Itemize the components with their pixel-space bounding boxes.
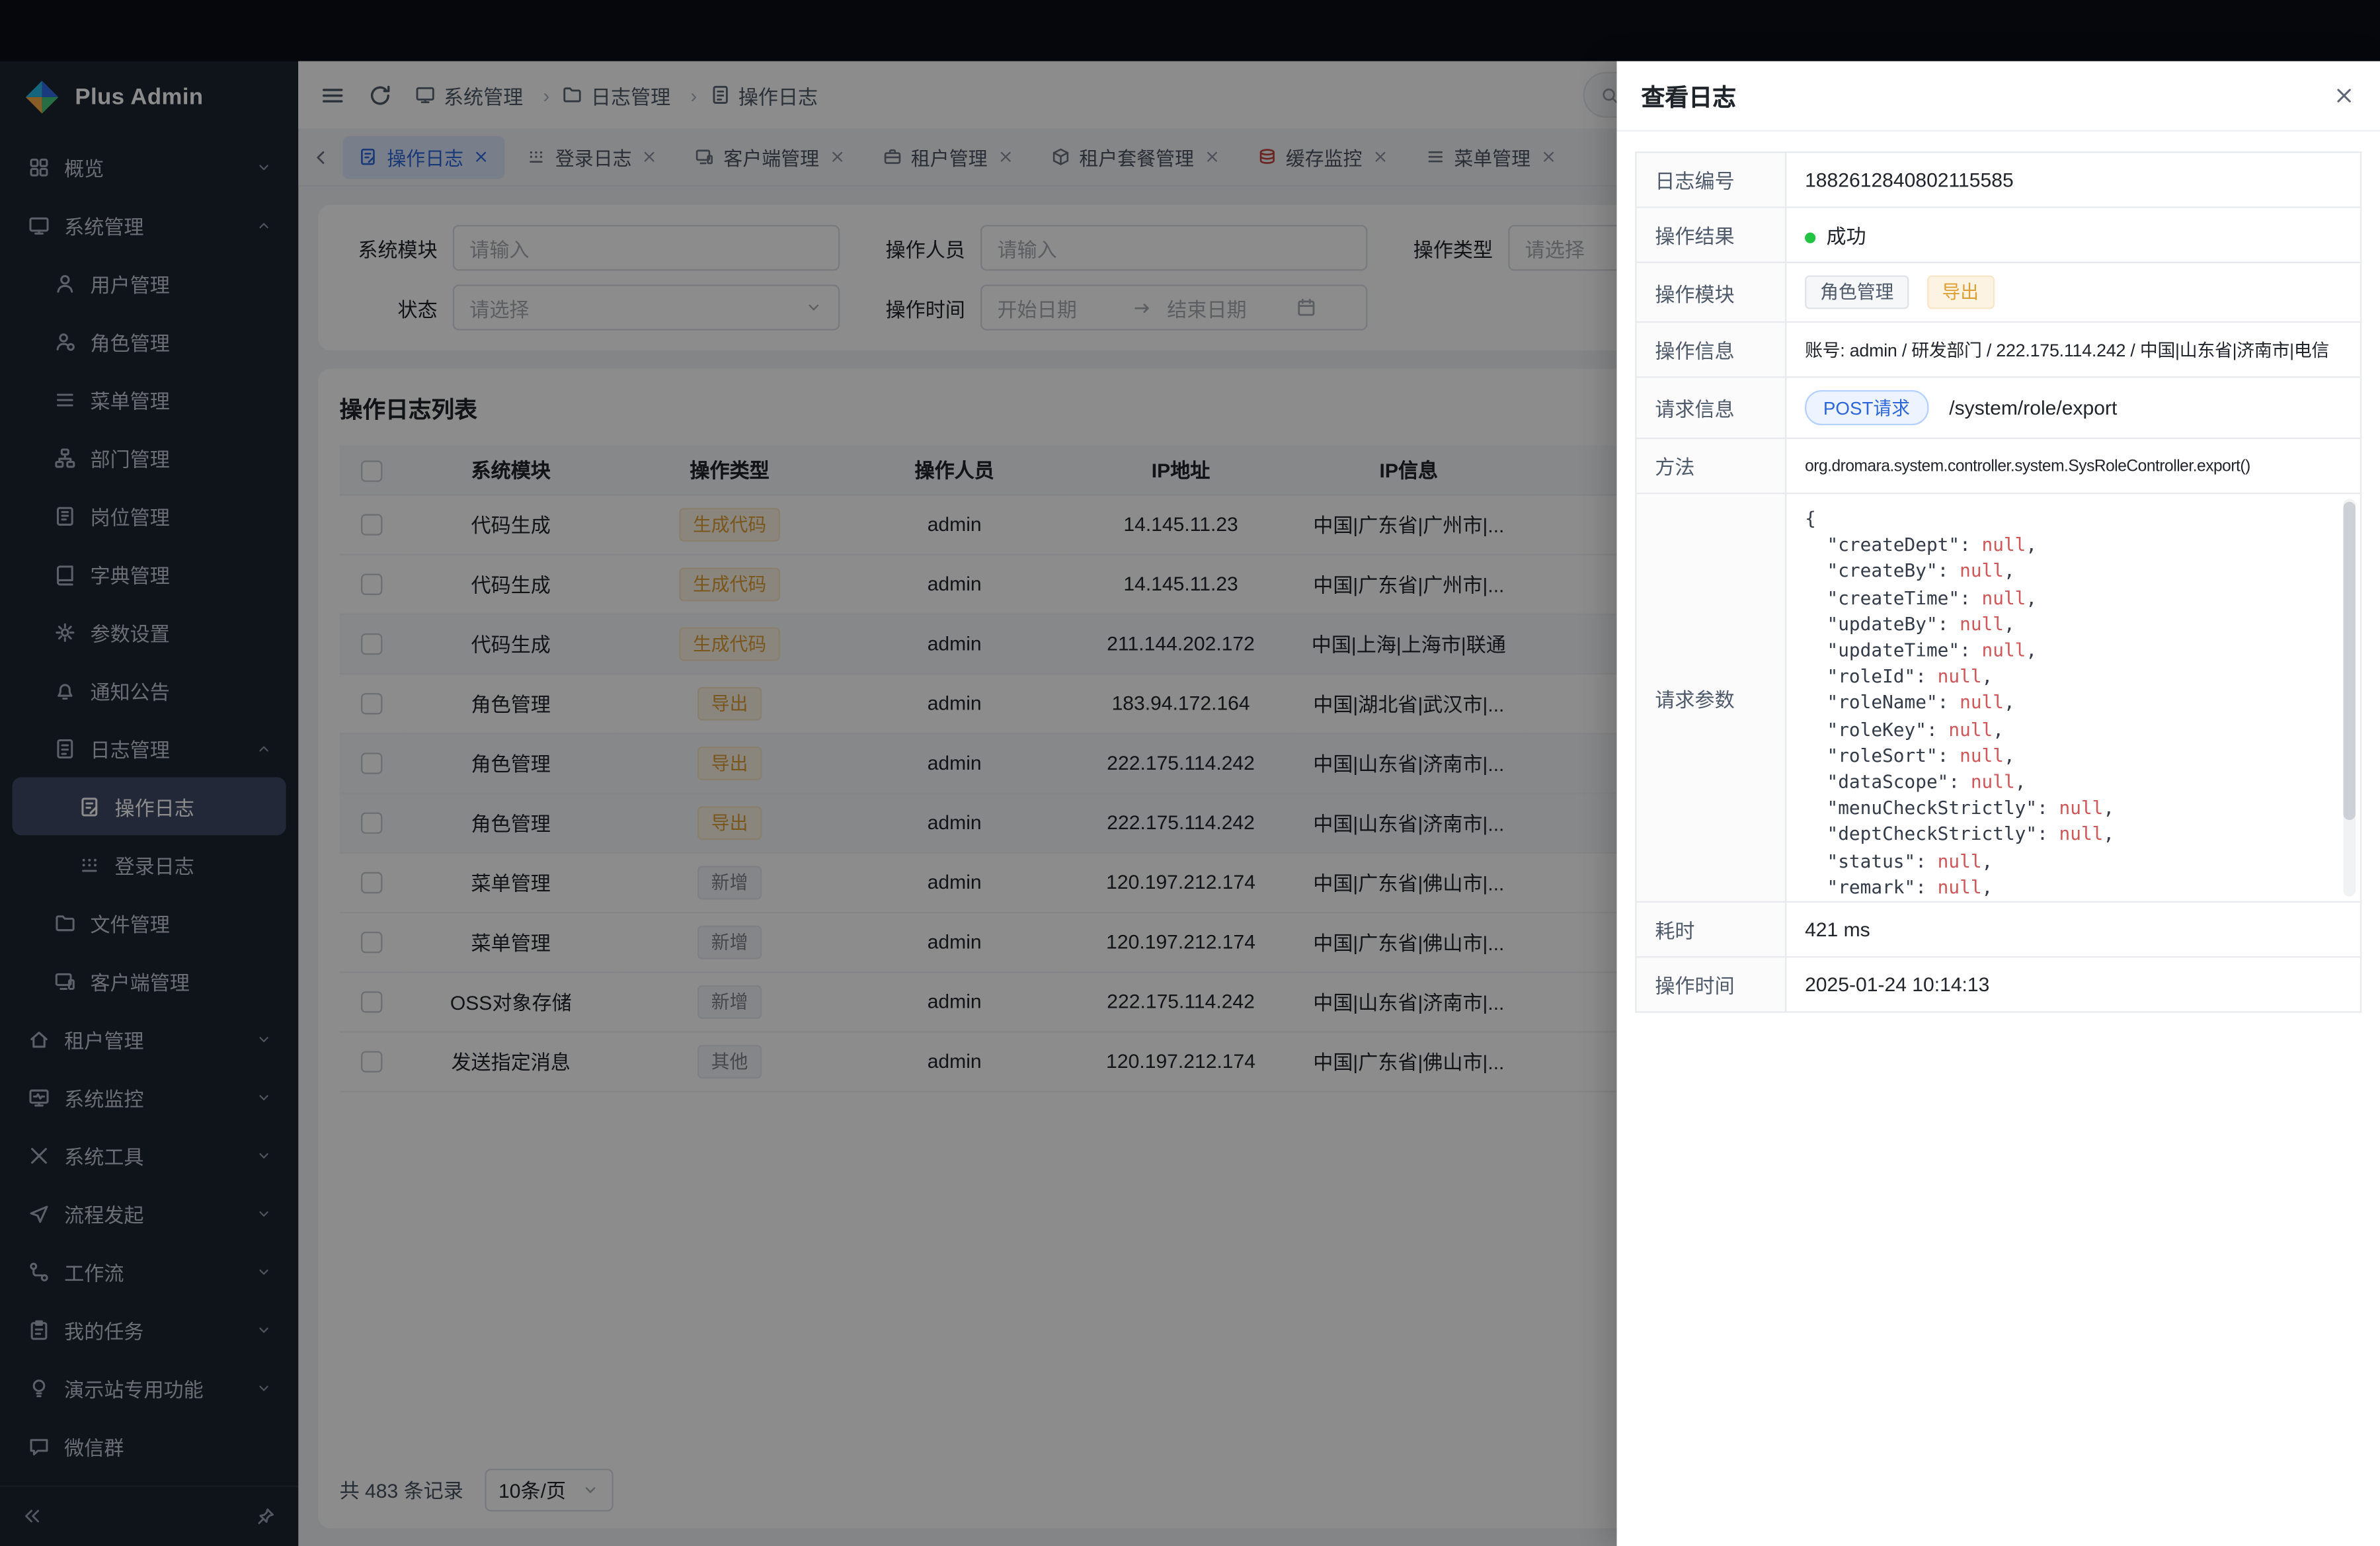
code-line: "dataScope": null, — [1805, 770, 2326, 796]
detail-row-module: 操作模块 角色管理 导出 — [1636, 263, 2361, 322]
method-value: org.dromara.system.controller.system.Sys… — [1786, 438, 2361, 493]
module-tag: 角色管理 — [1805, 275, 1909, 309]
code-line: "deptCheckStrictly": null, — [1805, 822, 2326, 848]
code-line: "roleId": null, — [1805, 665, 2326, 691]
code-line: "createBy": null, — [1805, 559, 2326, 585]
code-line: { — [1805, 507, 2326, 533]
result-value: 成功 — [1786, 207, 2361, 262]
detail-row-method: 方法 org.dromara.system.controller.system.… — [1636, 438, 2361, 493]
detail-row-id: 日志编号 1882612840802115585 — [1636, 152, 2361, 207]
post-method-tag: POST请求 — [1805, 390, 1928, 425]
code-line: "createTime": null, — [1805, 585, 2326, 612]
log-detail-table: 日志编号 1882612840802115585 操作结果 成功 操作模块 角色… — [1635, 151, 2361, 1013]
json-code-block: { "createDept": null, "createBy": null, … — [1786, 494, 2360, 901]
code-line: "roleSort": null, — [1805, 743, 2326, 770]
drawer-title: 查看日志 — [1642, 79, 1736, 112]
detail-label: 操作时间 — [1636, 957, 1786, 1012]
success-dot — [1805, 233, 1815, 243]
detail-label: 请求信息 — [1636, 377, 1786, 438]
code-line: "updateBy": null, — [1805, 612, 2326, 638]
close-icon[interactable] — [2332, 84, 2356, 107]
time-value: 2025-01-24 10:14:13 — [1786, 957, 2361, 1012]
duration-value: 421 ms — [1786, 902, 2361, 957]
operation-info-value: 账号: admin / 研发部门 / 222.175.114.242 / 中国|… — [1786, 322, 2361, 377]
code-line: "updateTime": null, — [1805, 638, 2326, 665]
detail-label: 操作结果 — [1636, 207, 1786, 262]
detail-label: 耗时 — [1636, 902, 1786, 957]
module-value: 角色管理 导出 — [1786, 263, 2361, 322]
request-url: /system/role/export — [1949, 396, 2117, 419]
code-scrollbar-track — [2343, 499, 2356, 897]
operation-tag: 导出 — [1926, 275, 1994, 309]
detail-label: 操作模块 — [1636, 263, 1786, 322]
view-log-drawer: 查看日志 日志编号 1882612840802115585 操作结果 成功 — [1617, 61, 2380, 1546]
code-line: "roleName": null, — [1805, 690, 2326, 717]
code-scrollbar-thumb[interactable] — [2343, 502, 2356, 820]
detail-label: 请求参数 — [1636, 493, 1786, 902]
params-value: { "createDept": null, "createBy": null, … — [1786, 493, 2361, 902]
detail-row-info: 操作信息 账号: admin / 研发部门 / 222.175.114.242 … — [1636, 322, 2361, 377]
result-text: 成功 — [1826, 225, 1866, 248]
detail-row-duration: 耗时 421 ms — [1636, 902, 2361, 957]
code-line: "roleKey": null, — [1805, 717, 2326, 743]
log-id-value: 1882612840802115585 — [1786, 152, 2361, 207]
detail-row-request: 请求信息 POST请求 /system/role/export — [1636, 377, 2361, 438]
request-value: POST请求 /system/role/export — [1786, 377, 2361, 438]
detail-row-time: 操作时间 2025-01-24 10:14:13 — [1636, 957, 2361, 1012]
code-line: "createDept": null, — [1805, 533, 2326, 559]
code-line: "status": null, — [1805, 848, 2326, 875]
drawer-body: 日志编号 1882612840802115585 操作结果 成功 操作模块 角色… — [1617, 132, 2380, 1033]
detail-label: 日志编号 — [1636, 152, 1786, 207]
detail-label: 操作信息 — [1636, 322, 1786, 377]
detail-row-result: 操作结果 成功 — [1636, 207, 2361, 262]
code-line: "menuCheckStrictly": null, — [1805, 796, 2326, 823]
code-line: "remark": null, — [1805, 875, 2326, 901]
screen: Plus Admin 概览 系统管理 用户管理 角 — [0, 0, 2380, 1546]
detail-label: 方法 — [1636, 438, 1786, 493]
detail-row-params: 请求参数 { "createDept": null, "createBy": n… — [1636, 493, 2361, 902]
drawer-header: 查看日志 — [1617, 61, 2380, 132]
